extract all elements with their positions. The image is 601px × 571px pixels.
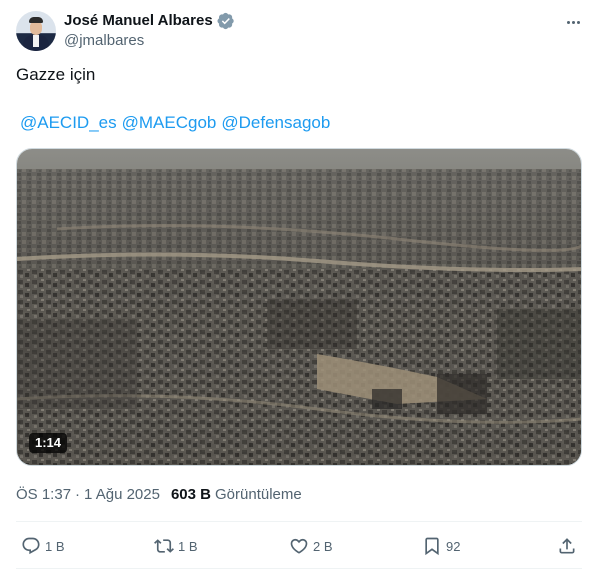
reply-icon: [22, 537, 40, 555]
author-handle[interactable]: @jmalbares: [64, 31, 144, 51]
reply-button[interactable]: 1 B: [21, 531, 65, 561]
avatar-face: [30, 21, 42, 35]
mention-maec[interactable]: @MAEC​gob: [122, 112, 217, 134]
video-duration-badge: 1:14: [29, 433, 68, 453]
tweet-text: Gazze için: [16, 65, 96, 84]
reply-count: 1 B: [45, 538, 65, 554]
video-player[interactable]: 1:14: [16, 148, 582, 466]
author-display-name[interactable]: José Manuel Albares: [64, 11, 213, 31]
more-options-icon[interactable]: [562, 12, 584, 32]
video-frame-aerial-image: [17, 149, 581, 465]
bookmark-icon: [425, 537, 439, 556]
author-name-row: José Manuel Albares: [64, 11, 235, 31]
avatar-shirt: [33, 35, 39, 47]
action-bar: 1 B 1 B 2 B 92: [16, 531, 582, 561]
tweet-time[interactable]: ÖS 1:37: [16, 485, 71, 505]
retweet-button[interactable]: 1 B: [154, 531, 198, 561]
views-label: Görüntüleme: [215, 486, 302, 503]
bookmark-button[interactable]: 92: [422, 531, 460, 561]
mention-aecid[interactable]: @AECID_es: [20, 112, 117, 134]
tweet-mentions: @AECID_es @MAEC​gob @Defensagob: [20, 112, 330, 134]
like-count: 2 B: [313, 538, 333, 554]
retweet-count: 1 B: [178, 538, 198, 554]
divider-bottom: [16, 568, 582, 569]
share-icon: [559, 538, 575, 554]
like-button[interactable]: 2 B: [289, 531, 333, 561]
divider-top: [16, 521, 582, 522]
bookmark-count: 92: [446, 538, 461, 554]
avatar[interactable]: [16, 11, 56, 51]
share-button[interactable]: [557, 531, 577, 561]
mention-defensa[interactable]: @Defensagob: [221, 112, 330, 134]
tweet-meta: ÖS 1:37 · 1 Ağu 2025 603 B Görüntüleme: [16, 485, 302, 505]
tweet-date[interactable]: 1 Ağu 2025: [84, 485, 160, 505]
heart-icon: [290, 538, 308, 554]
retweet-icon: [154, 539, 174, 553]
tweet-card: José Manuel Albares @jmalbares Gazze içi…: [0, 0, 601, 571]
meta-separator: ·: [75, 486, 81, 503]
verified-badge-icon: [217, 12, 234, 30]
avatar-hair: [29, 17, 43, 23]
views-count: 603 B: [170, 486, 211, 503]
